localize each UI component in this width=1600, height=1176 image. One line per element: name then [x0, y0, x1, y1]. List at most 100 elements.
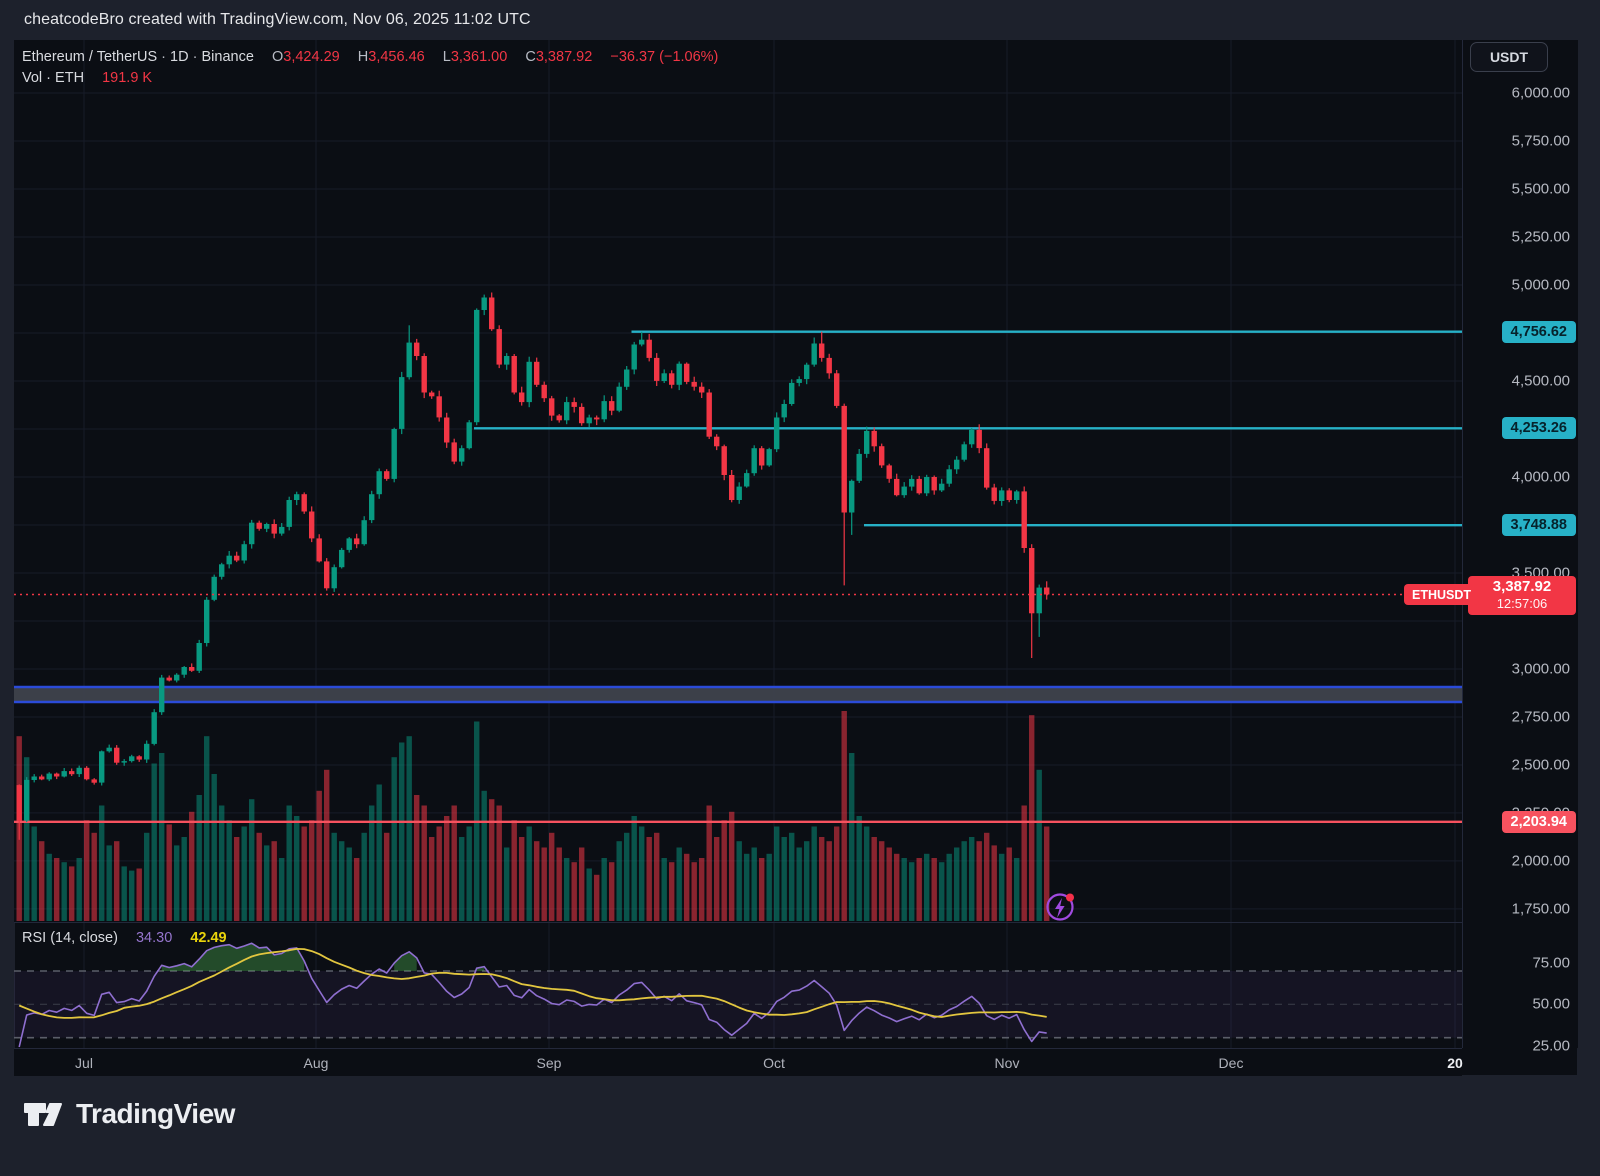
symbol-price-pill[interactable]: ETHUSDT [1404, 584, 1479, 605]
candle [339, 550, 344, 567]
price-axis-tick: 5,250.00 [1512, 229, 1570, 246]
symbol-title[interactable]: Ethereum / TetherUS [22, 49, 157, 65]
volume-bar [429, 837, 434, 921]
volume-bar [699, 858, 704, 921]
candle [857, 454, 862, 481]
candle [332, 567, 337, 588]
price-level-tag: 3,748.88 [1502, 514, 1576, 536]
volume-bar [182, 837, 187, 921]
price-chart-pane[interactable] [14, 40, 1462, 922]
volume-bar [827, 841, 832, 921]
candle [827, 358, 832, 373]
volume-bar [77, 858, 82, 921]
rsi-axis-tick: 75.00 [1532, 955, 1570, 972]
candle [497, 329, 502, 365]
candle [144, 744, 149, 760]
volume-bar [197, 795, 202, 921]
volume-bar [242, 827, 247, 922]
volume-bar [354, 858, 359, 921]
volume-bar [489, 799, 494, 921]
volume-bar [557, 848, 562, 922]
price-axis-tick: 3,000.00 [1512, 661, 1570, 678]
volume-bar [399, 743, 404, 922]
rsi-canvas[interactable] [14, 923, 1462, 1048]
candle [152, 712, 157, 744]
candle [504, 356, 509, 365]
volume-bar [984, 833, 989, 921]
candle [69, 771, 74, 774]
volume-bar [542, 848, 547, 922]
volume-bar [999, 854, 1004, 921]
volume-bar [324, 770, 329, 921]
volume-bar [894, 854, 899, 921]
tradingview-wordmark: TradingView [76, 1098, 235, 1130]
timeframe-label[interactable]: 1D [170, 49, 189, 65]
volume-bar [84, 820, 89, 921]
volume-bar [692, 862, 697, 921]
volume-bar [114, 841, 119, 921]
candle [842, 406, 847, 513]
tradingview-logo[interactable]: TradingView [22, 1094, 235, 1134]
candle [114, 748, 119, 763]
volume-bar [939, 862, 944, 921]
candle [872, 431, 877, 446]
volume-bar [167, 824, 172, 921]
volume-bar [572, 862, 577, 921]
time-axis[interactable]: JulAugSepOctNovDec20 [14, 1048, 1462, 1076]
volume-bar [924, 854, 929, 921]
candle [489, 298, 494, 330]
candle [1029, 548, 1034, 613]
candle [797, 379, 802, 383]
time-axis-label-nov: Nov [995, 1055, 1020, 1071]
volume-bar [947, 854, 952, 921]
candle [542, 385, 547, 398]
candle [849, 481, 854, 513]
candle [677, 364, 682, 385]
volume-bar [797, 848, 802, 922]
volume-bar [407, 736, 412, 921]
candle [632, 345, 637, 370]
volume-bar [504, 848, 509, 922]
candle [159, 678, 164, 713]
pane-separator[interactable] [14, 922, 1578, 923]
volume-bar [437, 827, 442, 922]
candle [579, 407, 584, 423]
volume-bar [617, 841, 622, 921]
volume-bar [332, 833, 337, 921]
candle [692, 382, 697, 387]
candle [789, 383, 794, 404]
attribution-text: cheatcodeBro created with TradingView.co… [24, 11, 531, 29]
time-axis-label-oct: Oct [763, 1055, 785, 1071]
rsi-indicator-pane[interactable] [14, 923, 1462, 1048]
volume-bar [459, 837, 464, 921]
volume-bar [789, 833, 794, 921]
candle [519, 393, 524, 403]
volume-bar [549, 833, 554, 921]
candle [309, 512, 314, 539]
rsi-axis-tick: 50.00 [1532, 996, 1570, 1013]
support-zone[interactable] [14, 687, 1462, 702]
volume-bar [54, 858, 59, 921]
candle [594, 418, 599, 420]
candle [572, 402, 577, 407]
exchange-label: Binance [202, 49, 254, 65]
candle [347, 538, 352, 550]
volume-bar [744, 854, 749, 921]
volume-bar [677, 848, 682, 922]
price-axis-tick: 2,000.00 [1512, 853, 1570, 870]
volume-bar [602, 858, 607, 921]
candle [257, 523, 262, 529]
currency-toggle-button[interactable]: USDT [1470, 42, 1548, 72]
volume-bar [482, 791, 487, 921]
rsi-overbought-fill [162, 943, 305, 971]
candle [474, 310, 479, 422]
volume-bar [92, 833, 97, 921]
volume-bar [347, 848, 352, 922]
candle [744, 473, 749, 486]
price-chart-canvas[interactable] [14, 40, 1462, 922]
price-axis[interactable]: 6,000.005,750.005,500.005,250.005,000.00… [1462, 40, 1578, 1048]
price-axis-tick: 6,000.00 [1512, 85, 1570, 102]
volume-bar [264, 845, 269, 921]
candle [84, 768, 89, 780]
rsi-title[interactable]: RSI [22, 930, 46, 946]
